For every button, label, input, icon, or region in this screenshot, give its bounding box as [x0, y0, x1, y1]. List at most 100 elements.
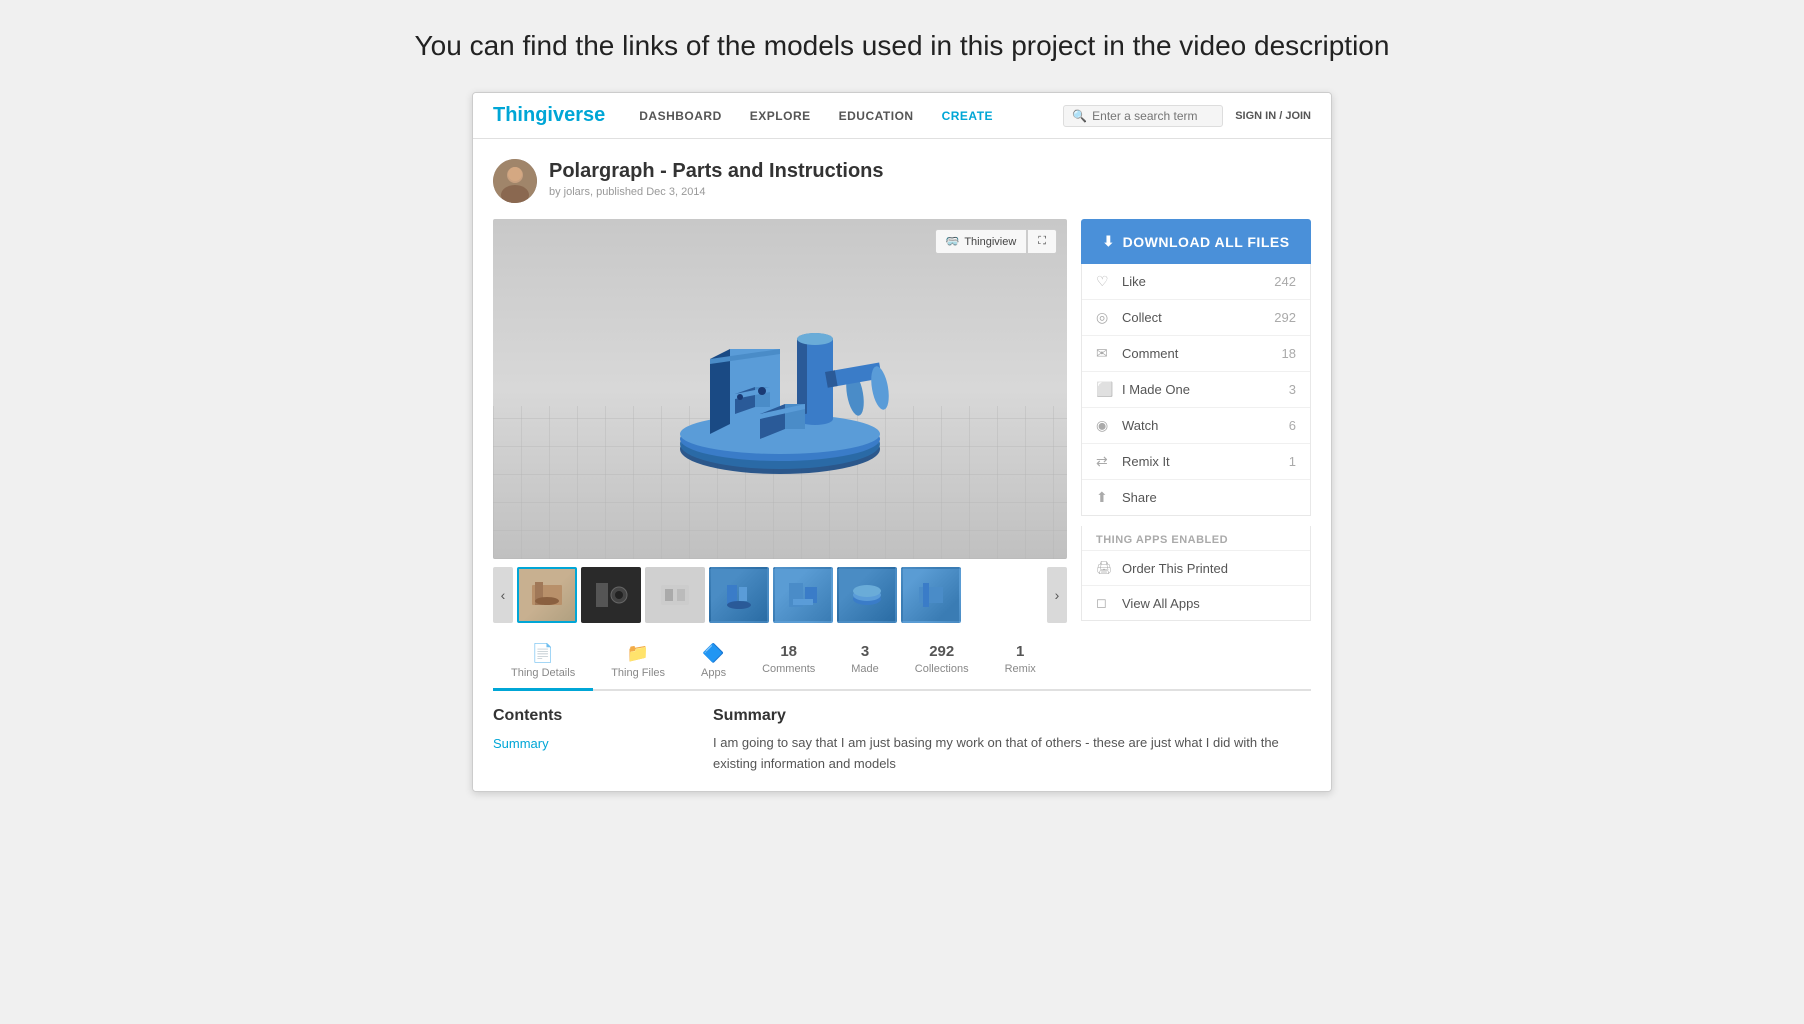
thumbnail-1[interactable] [517, 567, 577, 623]
navbar: Thingiverse DASHBOARD EXPLORE EDUCATION … [473, 93, 1331, 139]
thing-title: Polargraph - Parts and Instructions [549, 159, 884, 183]
collect-label: Collect [1122, 310, 1274, 325]
thing-details-icon: 📄 [532, 643, 554, 664]
action-comment[interactable]: ✉ Comment 18 [1082, 336, 1310, 372]
thumb-4-inner [711, 569, 767, 621]
printer-icon: 🖨 [1096, 560, 1116, 576]
tab-made[interactable]: 3 Made [833, 635, 897, 689]
bottom-content: Contents Summary Summary I am going to s… [493, 707, 1311, 791]
thumbnail-2[interactable] [581, 567, 641, 623]
like-count: 242 [1274, 274, 1296, 289]
apps-tab-icon: 🔷 [702, 643, 724, 664]
page-wrapper: You can find the links of the models use… [0, 0, 1804, 1024]
thumb-3-inner [647, 569, 703, 621]
watch-count: 6 [1289, 418, 1296, 433]
thing-meta: by jolars, published Dec 3, 2014 [549, 186, 884, 198]
3d-viewer[interactable]: 🥽 Thingiview ⛶ [493, 219, 1067, 559]
actions-panel: ♡ Like 242 ◎ Collect 292 ✉ Comment 1 [1081, 264, 1311, 516]
sidebar: ⬇ DOWNLOAD ALL FILES ♡ Like 242 ◎ Collec… [1081, 219, 1311, 623]
action-watch[interactable]: ◉ Watch 6 [1082, 408, 1310, 444]
thing-details-label: Thing Details [511, 667, 575, 679]
summary-panel: Summary I am going to say that I am just… [713, 707, 1311, 775]
apps-panel: Thing Apps Enabled 🖨 Order This Printed … [1081, 526, 1311, 621]
content-area: Polargraph - Parts and Instructions by j… [473, 139, 1331, 791]
fullscreen-button[interactable]: ⛶ [1027, 229, 1057, 254]
tab-collections[interactable]: 292 Collections [897, 635, 987, 689]
comment-count: 18 [1282, 346, 1296, 361]
navbar-links: DASHBOARD EXPLORE EDUCATION CREATE [625, 93, 1063, 139]
3d-object [640, 239, 920, 499]
contents-panel: Contents Summary [493, 707, 693, 775]
search-icon: 🔍 [1072, 109, 1087, 123]
comment-icon: ✉ [1096, 345, 1116, 362]
thingiview-button[interactable]: 🥽 Thingiview [935, 229, 1028, 254]
thumb-2-inner [583, 569, 639, 621]
thumb-prev-button[interactable]: ‹ [493, 567, 513, 623]
thumbnail-5[interactable] [773, 567, 833, 623]
avatar-image [493, 159, 537, 203]
like-label: Like [1122, 274, 1274, 289]
thing-files-label: Thing Files [611, 667, 665, 679]
search-box: 🔍 [1063, 105, 1223, 127]
tab-comments[interactable]: 18 Comments [744, 635, 833, 689]
order-printed-label: Order This Printed [1122, 561, 1228, 576]
remix-icon: ⇄ [1096, 453, 1116, 470]
navbar-logo[interactable]: Thingiverse [493, 104, 605, 127]
like-icon: ♡ [1096, 273, 1116, 290]
search-input[interactable] [1092, 109, 1214, 123]
share-label: Share [1122, 490, 1296, 505]
page-subtitle: You can find the links of the models use… [415, 30, 1390, 62]
made-one-label: I Made One [1122, 382, 1289, 397]
action-made-one[interactable]: ⬜ I Made One 3 [1082, 372, 1310, 408]
thingiview-label: Thingiview [964, 236, 1016, 248]
thumbnail-3[interactable] [645, 567, 705, 623]
thumb-7-inner [903, 569, 959, 621]
action-share[interactable]: ⬆ Share [1082, 480, 1310, 515]
avatar [493, 159, 537, 203]
glasses-icon: 🥽 [946, 235, 960, 248]
thumb-1-inner [519, 569, 575, 621]
tab-remix[interactable]: 1 Remix [987, 635, 1054, 689]
app-order-printed[interactable]: 🖨 Order This Printed [1082, 551, 1310, 586]
download-button[interactable]: ⬇ DOWNLOAD ALL FILES [1081, 219, 1311, 264]
action-remix[interactable]: ⇄ Remix It 1 [1082, 444, 1310, 480]
nav-dashboard[interactable]: DASHBOARD [625, 93, 736, 139]
collections-label: Collections [915, 663, 969, 675]
thing-files-icon: 📁 [627, 643, 649, 664]
collect-count: 292 [1274, 310, 1296, 325]
thumb-next-button[interactable]: › [1047, 567, 1067, 623]
watch-icon: ◉ [1096, 417, 1116, 434]
contents-title: Contents [493, 707, 693, 725]
view-all-apps-label: View All Apps [1122, 596, 1200, 611]
thumbnail-7[interactable] [901, 567, 961, 623]
download-icon: ⬇ [1102, 233, 1114, 250]
apps-header: Thing Apps Enabled [1082, 526, 1310, 551]
download-label: DOWNLOAD ALL FILES [1123, 234, 1290, 250]
apps-icon: ◻ [1096, 595, 1116, 611]
remix-tab-count: 1 [1016, 643, 1024, 660]
viewer-buttons: 🥽 Thingiview ⛶ [935, 229, 1057, 254]
app-view-all[interactable]: ◻ View All Apps [1082, 586, 1310, 620]
watch-label: Watch [1122, 418, 1289, 433]
thumbnails-row: ‹ [493, 567, 1067, 623]
contents-summary-link[interactable]: Summary [493, 733, 693, 754]
tab-thing-files[interactable]: 📁 Thing Files [593, 635, 683, 689]
tab-thing-details[interactable]: 📄 Thing Details [493, 635, 593, 689]
nav-create[interactable]: CREATE [928, 93, 1007, 139]
comments-label: Comments [762, 663, 815, 675]
remix-tab-label: Remix [1005, 663, 1036, 675]
thumbnail-6[interactable] [837, 567, 897, 623]
made-one-icon: ⬜ [1096, 381, 1116, 398]
signin-button[interactable]: SIGN IN / JOIN [1235, 110, 1311, 122]
nav-education[interactable]: EDUCATION [825, 93, 928, 139]
tab-apps[interactable]: 🔷 Apps [683, 635, 744, 689]
fullscreen-icon: ⛶ [1038, 235, 1046, 248]
made-one-count: 3 [1289, 382, 1296, 397]
action-like[interactable]: ♡ Like 242 [1082, 264, 1310, 300]
action-collect[interactable]: ◎ Collect 292 [1082, 300, 1310, 336]
collect-icon: ◎ [1096, 309, 1116, 326]
nav-explore[interactable]: EXPLORE [736, 93, 825, 139]
thumb-5-inner [775, 569, 831, 621]
viewer-section: 🥽 Thingiview ⛶ ‹ [493, 219, 1067, 623]
thumbnail-4[interactable] [709, 567, 769, 623]
